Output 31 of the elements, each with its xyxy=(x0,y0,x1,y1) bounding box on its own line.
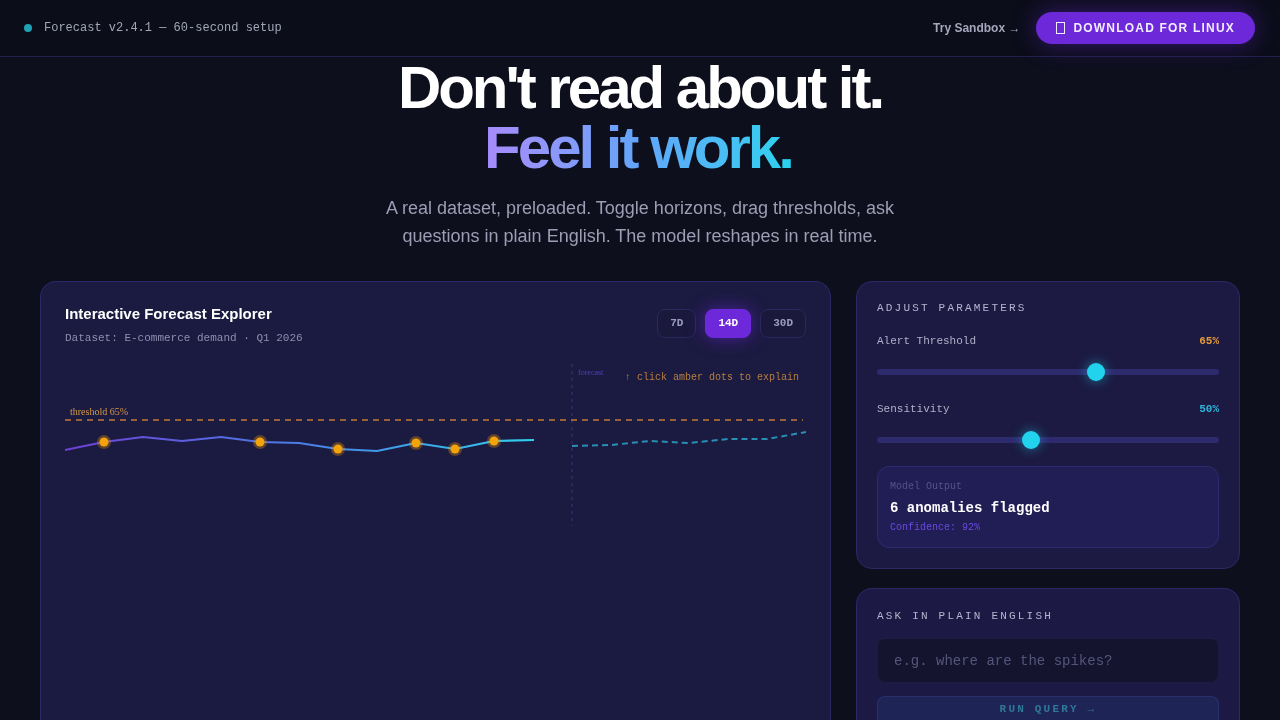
horizon-tab[interactable]: 14D xyxy=(705,309,752,338)
anomaly-dot-icon[interactable] xyxy=(253,435,267,449)
confidence-text: Confidence: 92% xyxy=(890,521,981,535)
horizon-tab[interactable]: 30D xyxy=(760,309,806,338)
threshold-label: threshold 65% xyxy=(70,406,129,417)
slider-reading: 50% xyxy=(1199,402,1219,417)
anomaly-dot-icon[interactable] xyxy=(487,434,501,448)
hero-title: Don't read about it. xyxy=(397,58,883,118)
download-button[interactable]: DOWNLOAD FOR LINUX xyxy=(1036,12,1255,44)
output-result: 6 anomalies flagged xyxy=(890,499,1051,518)
anomaly-dot-icon[interactable] xyxy=(97,435,111,449)
dataset-text: Dataset: E-commerce demand · Q1 2026 xyxy=(65,331,303,346)
slider-thumb[interactable] xyxy=(1021,431,1040,449)
slider-reading: 65% xyxy=(1199,334,1219,349)
anomaly-dot-icon[interactable] xyxy=(448,442,462,456)
parameters-title: ADJUST PARAMETERS xyxy=(877,301,1028,316)
slider-label: Sensitivity xyxy=(877,402,950,417)
slider-thumb[interactable] xyxy=(1086,363,1105,381)
slider-label: Alert Threshold xyxy=(877,334,977,349)
horizon-tab[interactable]: 7D xyxy=(657,309,697,338)
version-text: Forecast v2.4.1 — 60-second setup xyxy=(44,20,282,36)
forecast-label: forecast xyxy=(578,368,604,377)
square-icon xyxy=(1056,22,1066,34)
query-title: ASK IN PLAIN ENGLISH xyxy=(877,609,1055,624)
hero-subtitle: A real dataset, preloaded. Toggle horizons, drag thresholds, ask questions in plain English. The model reshapes in real time. xyxy=(385,197,895,248)
query-input[interactable]: e.g. where are the spikes? xyxy=(877,638,1219,683)
anomaly-dot-icon[interactable] xyxy=(409,436,423,450)
anomaly-dot-icon[interactable] xyxy=(331,442,345,456)
chart-hint: ↑ click amber dots to explain xyxy=(624,372,799,383)
try-sandbox-link[interactable]: Try Sandbox → xyxy=(933,20,1021,36)
explorer-title: Interactive Forecast Explorer xyxy=(65,304,273,324)
